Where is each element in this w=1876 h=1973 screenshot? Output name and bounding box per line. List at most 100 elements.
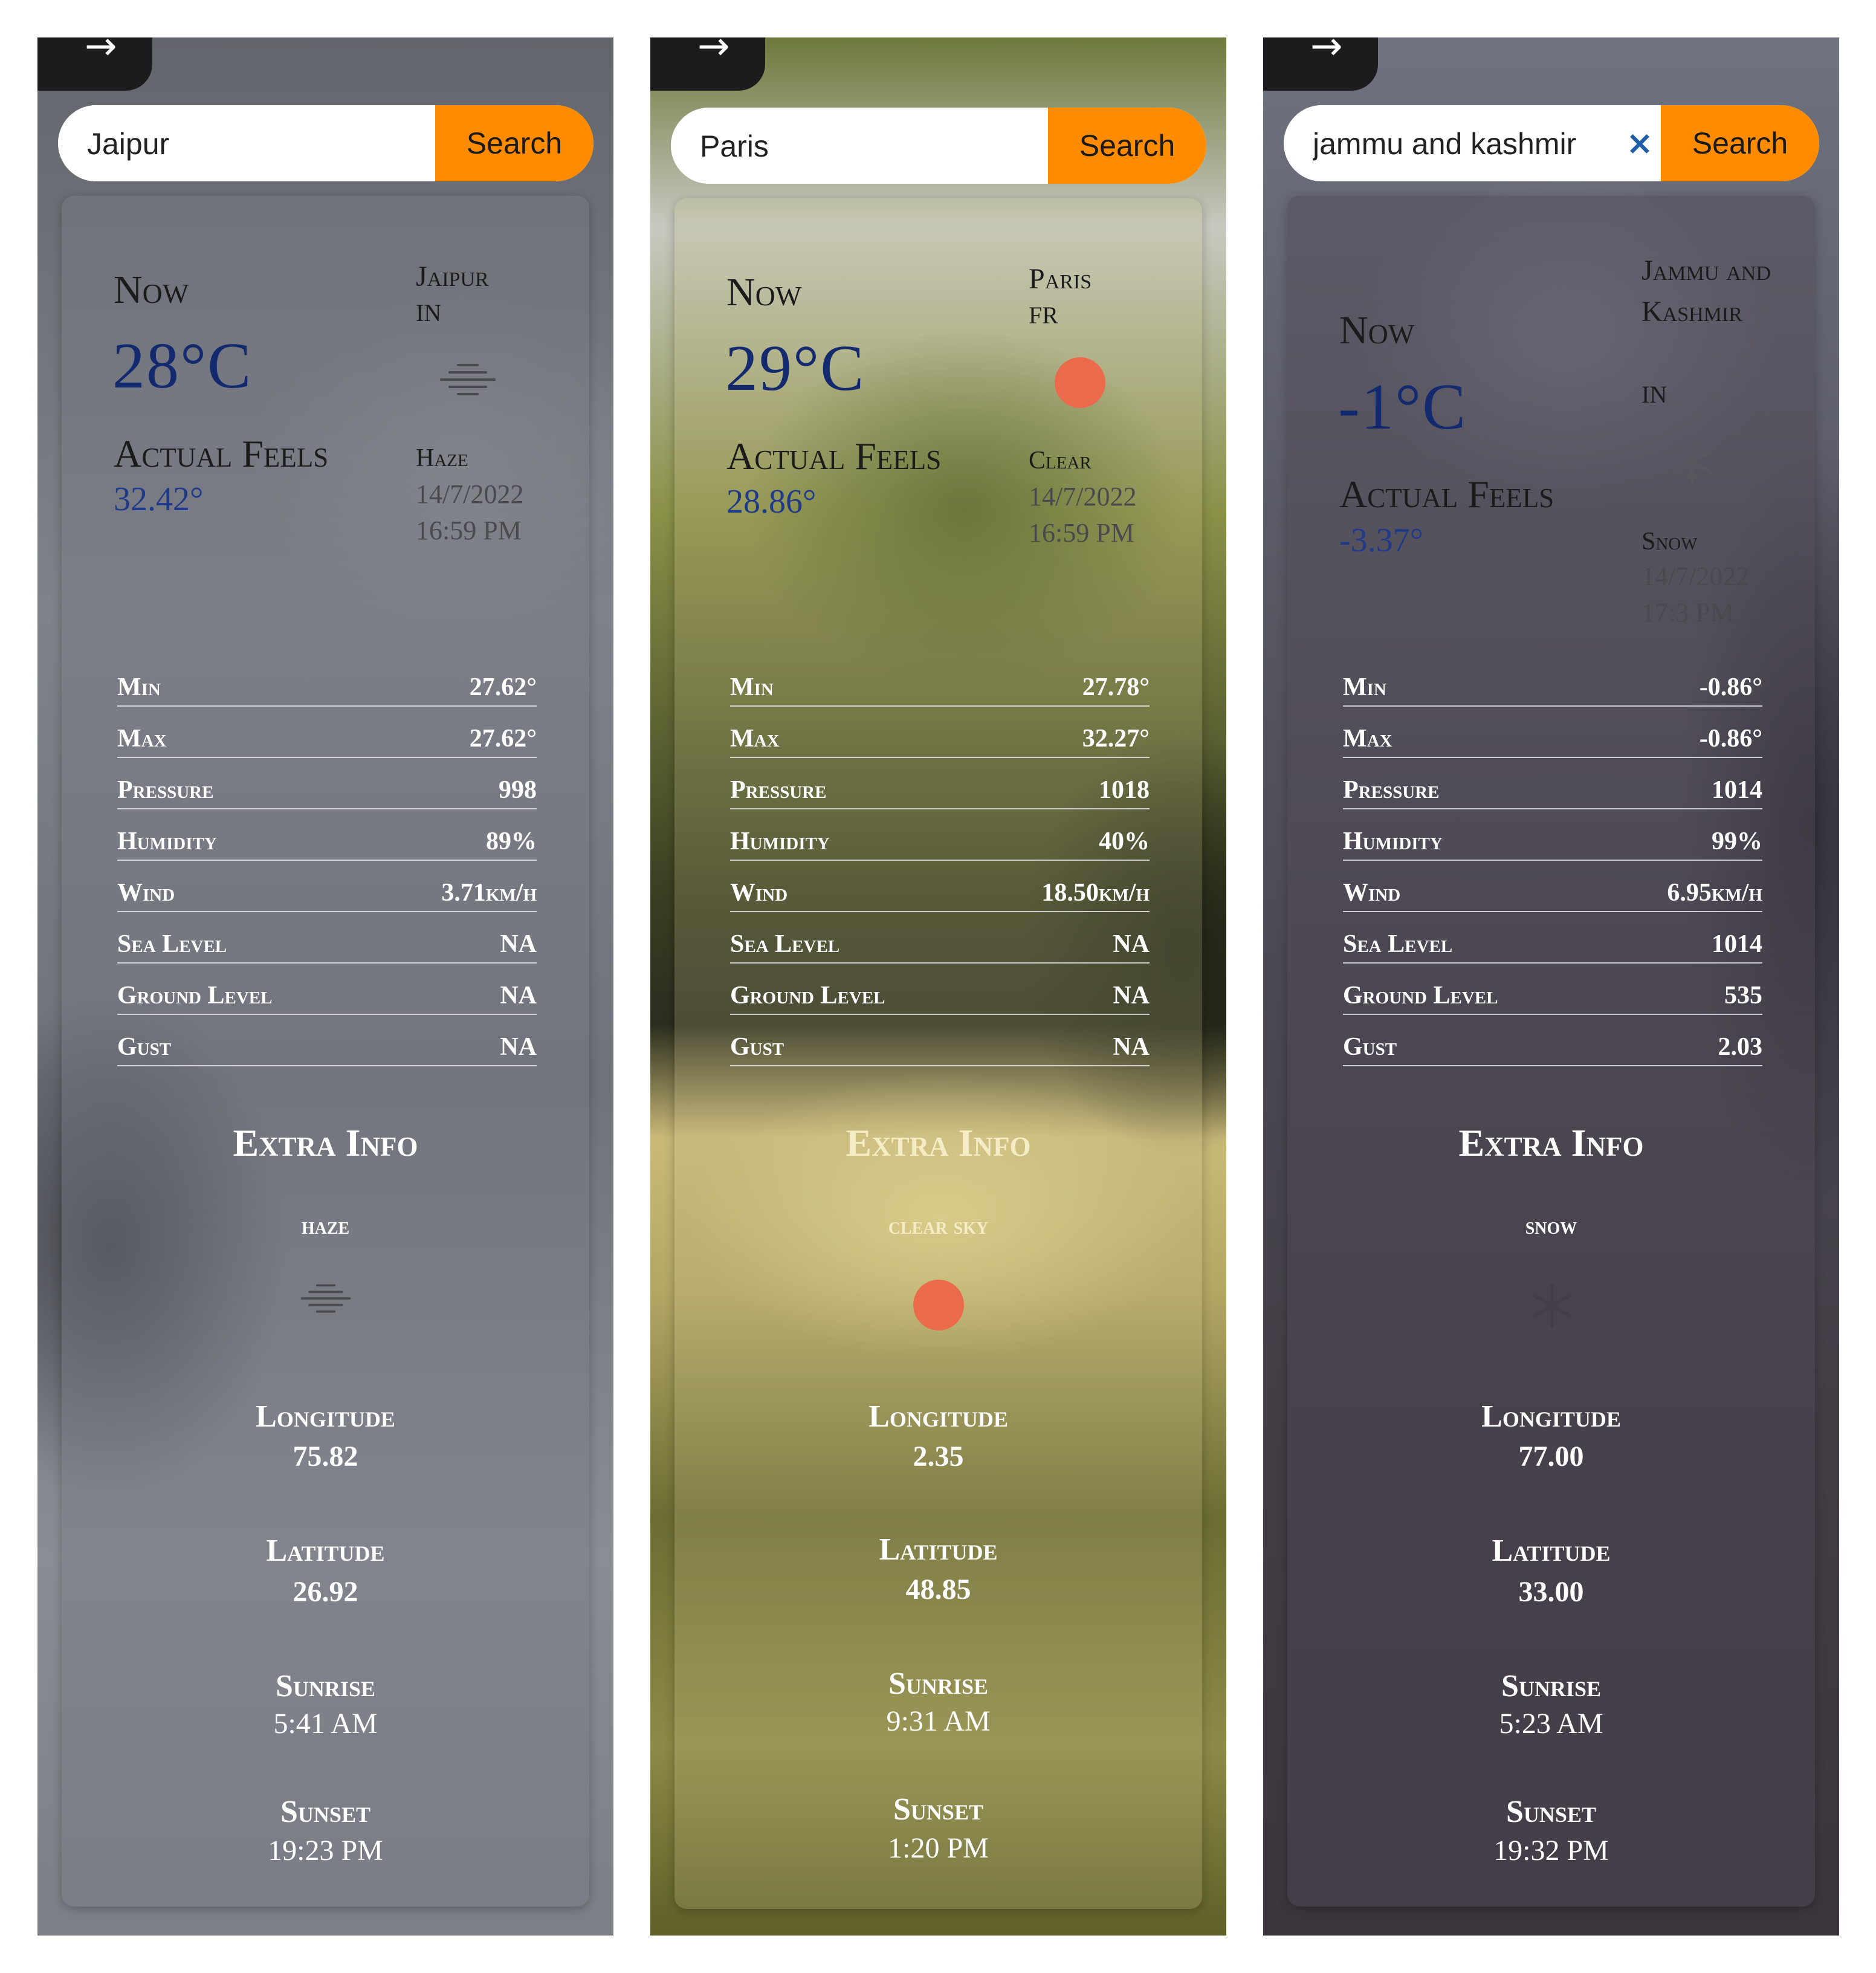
- stat-row: Wind 6.95km/h: [1343, 861, 1762, 912]
- current-temperature: 28°C: [112, 330, 253, 402]
- sunset-label: Sunset: [893, 1792, 983, 1827]
- country-code: FR: [1029, 302, 1058, 329]
- search-button[interactable]: Search: [435, 105, 594, 181]
- stat-label: Sea Level: [1343, 930, 1453, 958]
- stat-value: 1018: [1099, 776, 1150, 804]
- stat-value: NA: [1113, 1033, 1150, 1061]
- actual-feels-label: Actual Feels: [726, 435, 942, 478]
- search-button[interactable]: Search: [1048, 108, 1206, 184]
- country-code: IN: [416, 299, 442, 326]
- stat-label: Wind: [117, 879, 175, 907]
- stat-row: Sea Level 1014: [1343, 912, 1762, 964]
- haze-icon: [438, 359, 498, 404]
- weather-card: Now 28°C Actual Feels 32.42° Jaipur IN H…: [62, 196, 589, 1907]
- city-name: Jaipur: [416, 261, 489, 293]
- stat-row: Gust 2.03: [1343, 1015, 1762, 1066]
- current-temperature: -1°C: [1338, 371, 1467, 443]
- actual-feels-value: 32.42°: [114, 481, 204, 518]
- extra-info-title: Extra Info: [846, 1121, 1031, 1164]
- stat-value: 1014: [1712, 776, 1762, 804]
- extra-info-title: Extra Info: [1458, 1121, 1644, 1164]
- search-input[interactable]: [671, 108, 1048, 184]
- stat-value: NA: [500, 1033, 537, 1061]
- back-arrow-button[interactable]: →: [37, 37, 152, 91]
- time-text: 16:59 PM: [1029, 518, 1134, 548]
- sunset-label: Sunset: [1506, 1795, 1596, 1829]
- stat-value: 99%: [1712, 828, 1762, 855]
- date-text: 14/7/2022: [1029, 482, 1137, 511]
- current-temperature: 29°C: [725, 332, 865, 404]
- longitude-value: 2.35: [913, 1440, 964, 1472]
- stats-list: Min -0.86° Max -0.86° Pressure 1014 Humidit…: [1343, 655, 1762, 1066]
- clear-search-icon[interactable]: ×: [1619, 105, 1661, 181]
- stat-label: Pressure: [1343, 776, 1440, 804]
- stat-row: Humidity 40%: [730, 809, 1150, 861]
- arrow-right-icon: →: [1310, 37, 1343, 69]
- stat-value: NA: [1113, 982, 1150, 1009]
- snowflake-icon: [1528, 1281, 1576, 1333]
- stat-value: 32.27°: [1082, 725, 1150, 753]
- now-label: Now: [726, 270, 802, 314]
- stat-value: 3.71km/h: [441, 879, 537, 907]
- stat-label: Gust: [117, 1033, 172, 1061]
- latitude-label: Latitude: [1492, 1534, 1611, 1568]
- back-arrow-button[interactable]: →: [1263, 37, 1378, 91]
- stat-label: Sea Level: [730, 930, 840, 958]
- weather-panel-paris: → Search Now 29°C Actual Feels 28.86° Pa…: [650, 37, 1226, 1936]
- stat-value: 2.03: [1718, 1033, 1763, 1061]
- time-text: 16:59 PM: [416, 516, 522, 545]
- sunrise-label: Sunrise: [1501, 1669, 1601, 1703]
- search-input[interactable]: [58, 105, 435, 181]
- stat-label: Gust: [1343, 1033, 1397, 1061]
- stat-label: Ground Level: [730, 982, 885, 1009]
- back-arrow-button[interactable]: →: [650, 37, 765, 91]
- stat-label: Ground Level: [1343, 982, 1498, 1009]
- stat-row: Pressure 998: [117, 758, 537, 809]
- stat-value: 6.95km/h: [1667, 879, 1762, 907]
- sunrise-value: 9:31 AM: [886, 1705, 991, 1737]
- search-input[interactable]: [1284, 105, 1619, 181]
- latitude-value: 26.92: [293, 1576, 358, 1608]
- stat-row: Min -0.86°: [1343, 655, 1762, 707]
- latitude-value: 33.00: [1518, 1576, 1584, 1608]
- stat-label: Min: [730, 673, 774, 701]
- extra-info-description: haze: [301, 1212, 350, 1239]
- stat-row: Max 27.62°: [117, 707, 537, 758]
- search-bar: × Search: [1284, 105, 1819, 181]
- city-name: Jammu and Kashmir: [1642, 254, 1771, 328]
- stat-row: Min 27.62°: [117, 655, 537, 707]
- search-bar: Search: [671, 108, 1206, 184]
- arrow-right-icon: →: [85, 37, 117, 69]
- weather-condition: Clear: [1029, 447, 1092, 475]
- weather-condition: Haze: [416, 444, 468, 472]
- longitude-value: 75.82: [293, 1440, 358, 1472]
- stat-value: 89%: [486, 828, 537, 855]
- sunset-label: Sunset: [280, 1795, 370, 1829]
- latitude-label: Latitude: [879, 1532, 998, 1567]
- stat-row: Sea Level NA: [730, 912, 1150, 964]
- stat-label: Min: [117, 673, 161, 701]
- stat-label: Min: [1343, 673, 1386, 701]
- sunset-value: 19:32 PM: [1493, 1835, 1609, 1867]
- search-button[interactable]: Search: [1661, 105, 1819, 181]
- extra-info-description: snow: [1525, 1212, 1577, 1239]
- sunrise-value: 5:41 AM: [273, 1708, 378, 1740]
- stat-value: NA: [500, 982, 537, 1009]
- weather-panel-jaipur: → Search Now 28°C Actual Feels 32.42° Ja…: [37, 37, 613, 1936]
- stat-row: Wind 3.71km/h: [117, 861, 537, 912]
- stat-row: Pressure 1018: [730, 758, 1150, 809]
- stat-value: 1014: [1712, 930, 1762, 958]
- stat-value: -0.86°: [1699, 725, 1762, 753]
- stat-row: Wind 18.50km/h: [730, 861, 1150, 912]
- now-label: Now: [1339, 308, 1415, 352]
- stat-value: 40%: [1099, 828, 1150, 855]
- weather-card: Now 29°C Actual Feels 28.86° Paris FR Cl…: [674, 198, 1202, 1909]
- stat-value: NA: [500, 930, 537, 958]
- longitude-label: Longitude: [868, 1399, 1008, 1434]
- stat-label: Pressure: [730, 776, 827, 804]
- stat-label: Sea Level: [117, 930, 227, 958]
- stat-value: 535: [1724, 982, 1762, 1009]
- weather-condition: Snow: [1642, 528, 1698, 556]
- stats-list: Min 27.62° Max 27.62° Pressure 998 Humidity…: [117, 655, 537, 1066]
- stat-value: 27.62°: [469, 673, 537, 701]
